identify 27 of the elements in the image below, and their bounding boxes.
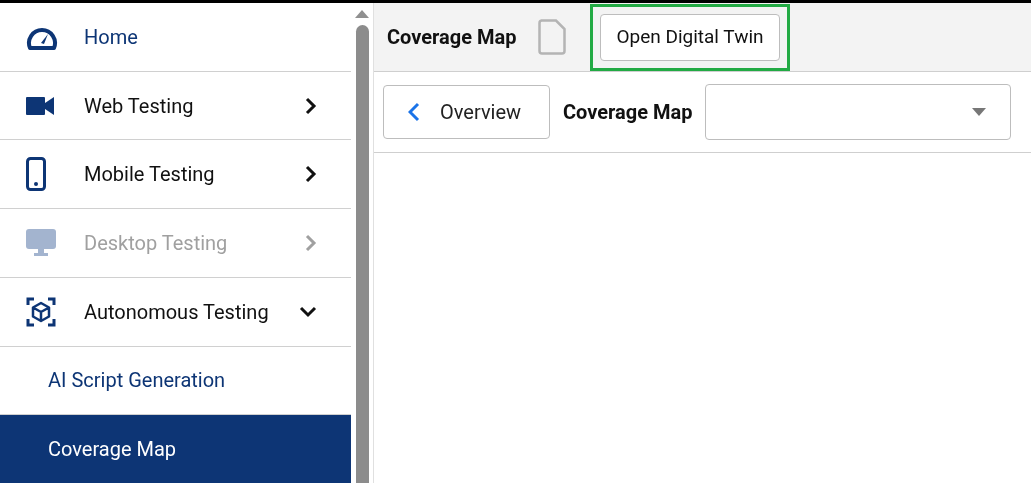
sidebar-subitem[interactable]: Coverage Map (0, 414, 351, 483)
caret-down-icon (972, 108, 986, 116)
document-icon[interactable] (538, 19, 567, 55)
sidebar-item[interactable]: Autonomous Testing (0, 276, 351, 346)
scroll-up-icon[interactable] (355, 9, 369, 19)
chevron-right-icon (305, 234, 317, 252)
dropdown[interactable] (705, 84, 1011, 140)
overview-button[interactable]: Overview (383, 85, 550, 139)
sidebar-label: Desktop Testing (84, 230, 229, 257)
chevron-right-icon (305, 165, 317, 184)
sidebar-label: Autonomous Testing (84, 298, 270, 326)
video-camera-icon (26, 96, 54, 115)
sidebar-label: Web Testing (84, 92, 195, 120)
monitor-icon (26, 229, 56, 257)
chevron-down-icon (299, 305, 317, 318)
phone-icon (26, 157, 46, 192)
sidebar-label: Mobile Testing (84, 161, 216, 189)
dropdown-label: Coverage Map (563, 99, 693, 126)
sidebar-item[interactable]: Web Testing (0, 70, 351, 140)
page-title: Coverage Map (387, 24, 517, 51)
chevron-right-icon (305, 96, 317, 115)
chevron-left-icon (408, 102, 420, 122)
sidebar-item[interactable]: Mobile Testing (0, 139, 351, 209)
open-digital-twin-button[interactable]: Open Digital Twin (600, 13, 780, 61)
sidebar-item[interactable]: Home (0, 3, 351, 71)
sidebar-label: Home (84, 23, 139, 51)
cube-icon (26, 296, 56, 327)
